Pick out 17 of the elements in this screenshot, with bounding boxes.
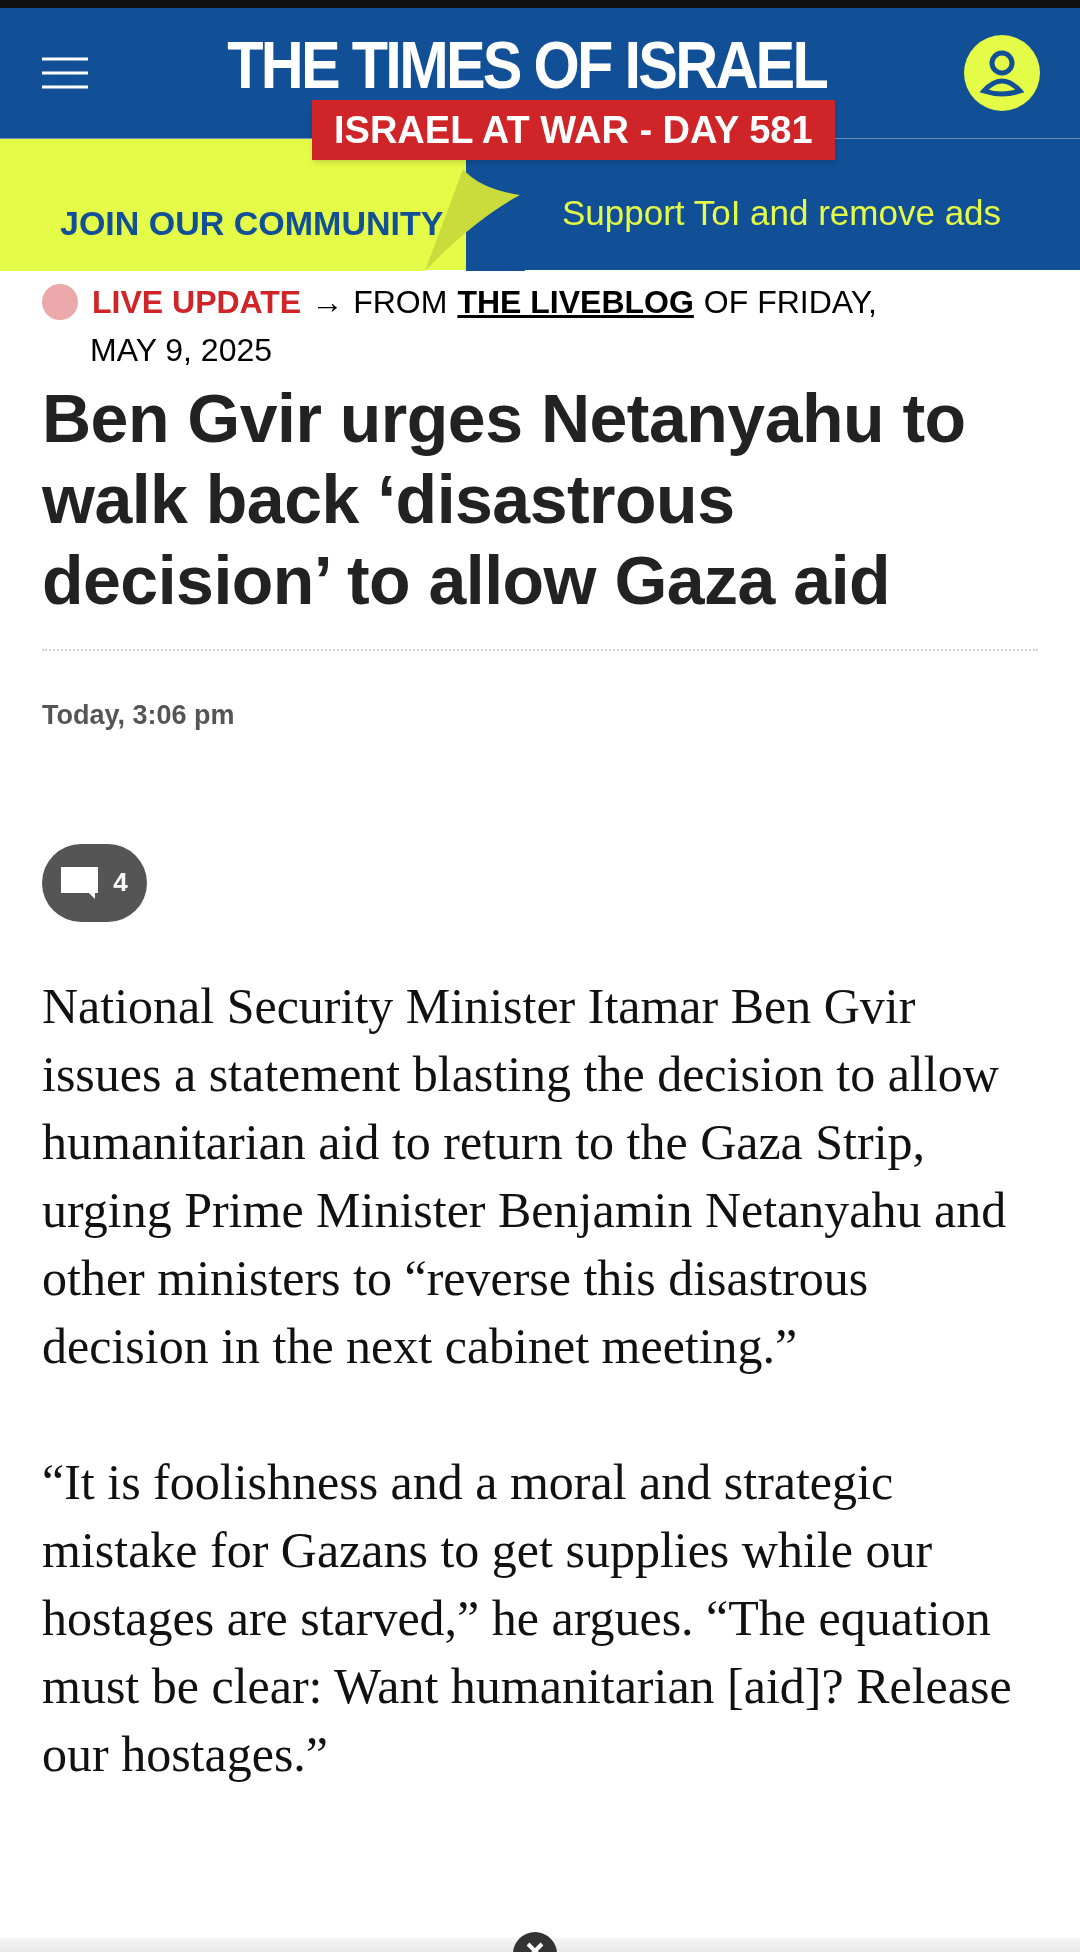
arrow-text: →: [311, 283, 344, 322]
comments-button[interactable]: 4: [42, 843, 147, 922]
liveblog-date: MAY 9, 2025: [89, 331, 274, 370]
support-link[interactable]: Support ToI and remove ads: [562, 187, 1002, 240]
comment-icon: [61, 866, 100, 899]
timestamp: Today, 3:06 pm: [42, 699, 236, 732]
site-logo[interactable]: THE TIMES OF ISRAEL: [227, 32, 827, 98]
from-text: FROM: [353, 283, 448, 322]
date-prefix: OF FRIDAY,: [703, 283, 877, 322]
war-day-badge[interactable]: ISRAEL AT WAR - DAY 581: [312, 100, 835, 160]
body-paragraph: “It is foolishness and a moral and strategic mistake for Gazans to get supplies while our hostages are starved,” he argues. “The equation must be clear: Want humanitarian [aid]? Release our hostages.”: [42, 1452, 1013, 1784]
close-icon[interactable]: [513, 1932, 557, 1952]
account-icon[interactable]: [964, 35, 1040, 111]
live-update-label: LIVE UPDATE: [92, 283, 302, 322]
headline: Ben Gvir urges Netanyahu to walk back ‘disastrous decision’ to allow Gaza aid: [42, 379, 967, 620]
body-paragraph: National Security Minister Itamar Ben Gvir issues a statement blasting the decision to allow humanitarian aid to return to the Gaza Strip, urging Prime Minister Benjamin Netanyahu and other ministers to “reverse this disastrous decision in the next cabinet meeting.”: [42, 976, 1008, 1376]
liveblog-link[interactable]: THE LIVEBLOG: [457, 278, 694, 326]
